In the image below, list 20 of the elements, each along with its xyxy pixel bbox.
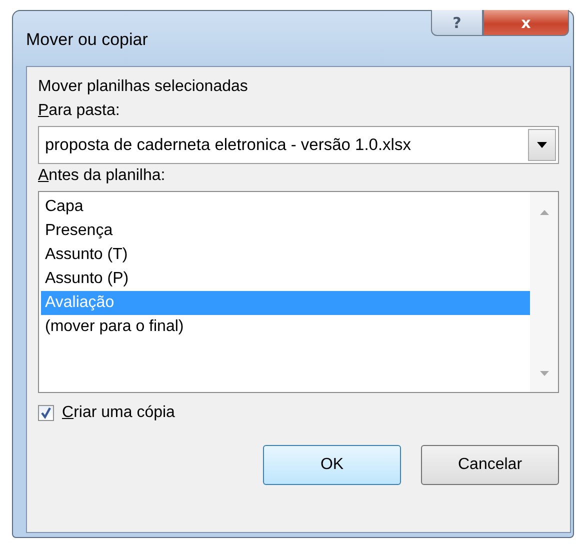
list-item[interactable]: Capa [41, 195, 530, 219]
list-item[interactable]: Presença [41, 219, 530, 243]
scrollbar[interactable] [530, 192, 558, 392]
scroll-down-icon[interactable] [540, 371, 548, 376]
help-button[interactable]: ? [431, 10, 483, 36]
close-button[interactable]: x [483, 10, 569, 36]
folder-dropdown[interactable]: proposta de caderneta eletronica - versão 1.0.xlsx [38, 126, 559, 164]
list-item[interactable]: Assunto (P) [41, 267, 530, 291]
copy-label: Criar uma cópia [62, 403, 175, 423]
sheet-list-label: Antes da planilha: [38, 166, 166, 186]
list-item[interactable]: Assunto (T) [41, 243, 530, 267]
scroll-up-icon[interactable] [540, 210, 548, 215]
list-item[interactable]: (mover para o final) [41, 315, 530, 339]
folder-label: Para pasta: [38, 101, 120, 121]
cancel-button[interactable]: Cancelar [421, 445, 559, 485]
sheet-listbox[interactable]: Capa Presença Assunto (T) Assunto (P) Avaliação (mover para o final) [38, 191, 559, 393]
copy-checkbox[interactable] [38, 405, 54, 421]
heading-text: Mover planilhas selecionadas [38, 77, 248, 97]
window-title: Mover ou copiar [26, 30, 148, 50]
ok-button[interactable]: OK [263, 445, 401, 485]
